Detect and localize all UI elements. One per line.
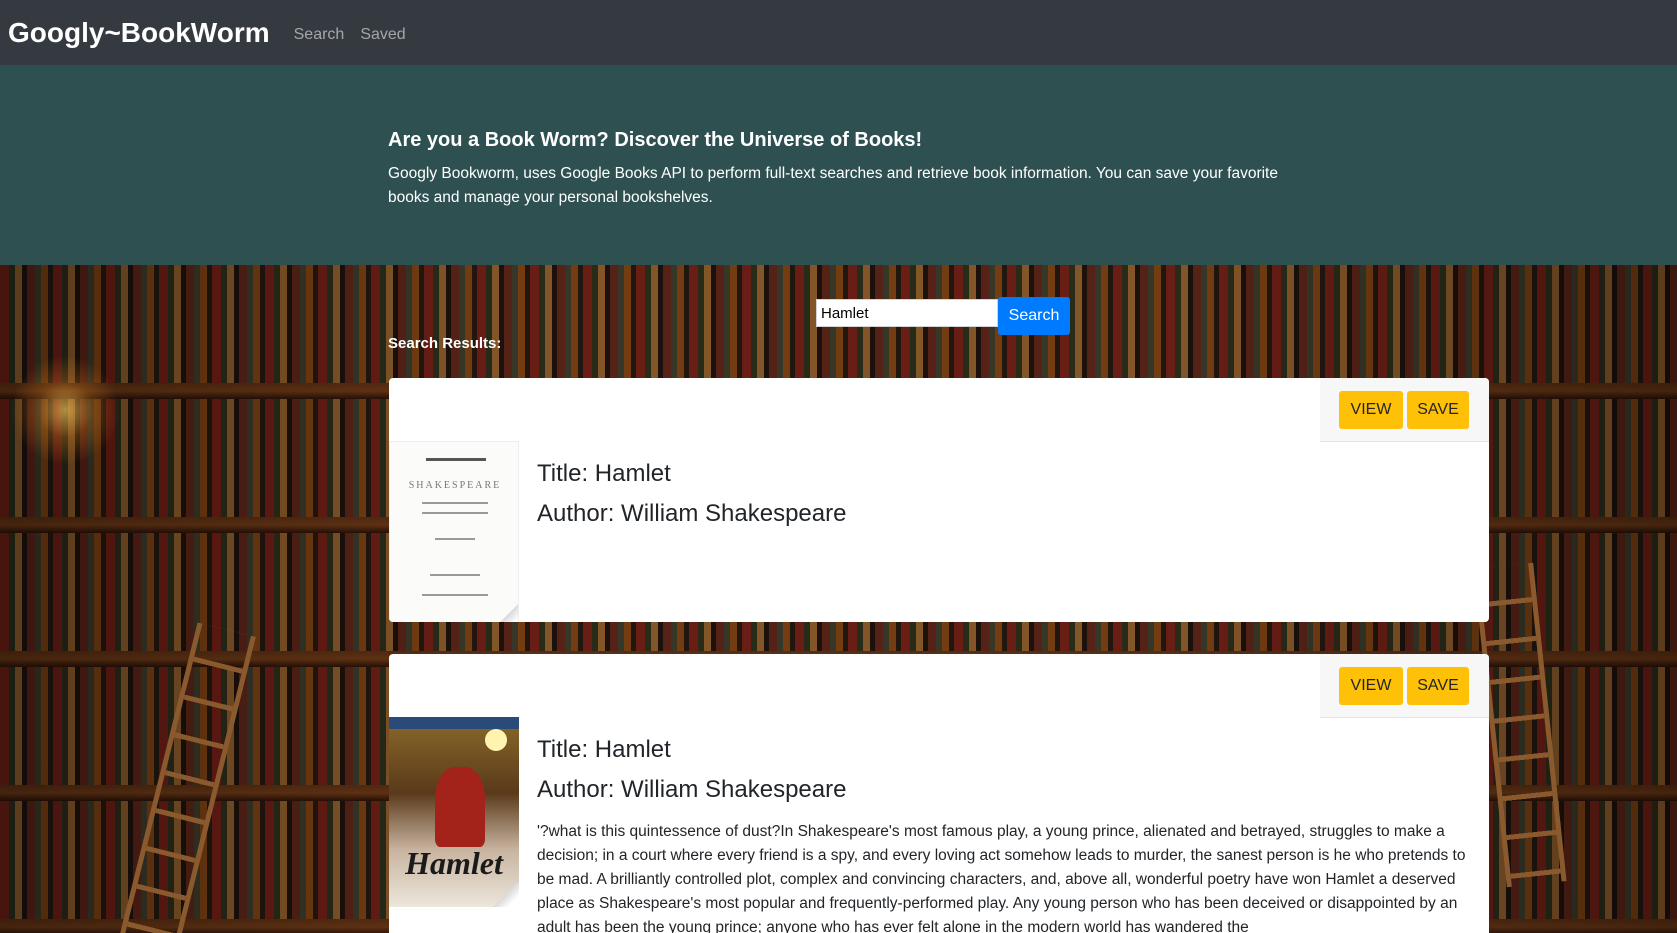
cover-rule [422,594,488,596]
cover-rule [422,502,488,504]
book-title: Title: Hamlet [537,736,671,763]
save-button[interactable]: SAVE [1407,391,1469,429]
card-header: VIEW SAVE [1320,378,1489,442]
book-cover-image[interactable]: SHAKESPEARE [389,441,519,622]
save-button[interactable]: SAVE [1407,667,1469,705]
view-button[interactable]: VIEW [1339,667,1403,705]
page-curl-icon [492,604,518,622]
cover-band [389,717,519,729]
cover-title-text: Hamlet [405,845,503,881]
cover-moon [485,729,507,751]
book-cover-image[interactable]: Hamlet [389,717,519,907]
hero-banner: Are you a Book Worm? Discover the Univer… [0,65,1677,265]
nav-link-search[interactable]: Search [294,26,345,44]
hero-title: Are you a Book Worm? Discover the Univer… [388,129,923,151]
cover-rule [435,538,475,540]
cover-figure [435,767,485,847]
result-card: VIEW SAVE SHAKESPEARE Title: Hamlet Auth… [389,378,1489,622]
card-header: VIEW SAVE [1320,654,1489,718]
hero-description: Googly Bookworm, uses Google Books API t… [388,165,1278,206]
view-button[interactable]: VIEW [1339,391,1403,429]
search-results-label: Search Results: [388,335,502,352]
result-card: VIEW SAVE Hamlet Title: Hamlet Author: W… [389,654,1489,933]
search-form: Search [816,297,1070,335]
cover-author-text: SHAKESPEARE [408,480,502,491]
page-curl-icon [493,881,519,907]
bookshelf-background: Search Search Results: VIEW SAVE SHAKESP… [0,265,1677,933]
book-description: '?what is this quintessence of dust?In S… [537,823,1466,933]
search-input[interactable] [816,299,998,327]
nav-link-saved[interactable]: Saved [360,26,405,44]
book-title: Title: Hamlet [537,460,671,487]
navbar: Googly~BookWorm Search Saved [0,0,1677,65]
book-author: Author: William Shakespeare [537,776,847,803]
cover-rule [430,574,480,576]
search-button[interactable]: Search [998,297,1070,335]
cover-rule [426,458,486,461]
brand-logo[interactable]: Googly~BookWorm [8,17,270,49]
book-author: Author: William Shakespeare [537,500,847,527]
candle-glow [10,355,120,465]
cover-rule [422,512,488,514]
